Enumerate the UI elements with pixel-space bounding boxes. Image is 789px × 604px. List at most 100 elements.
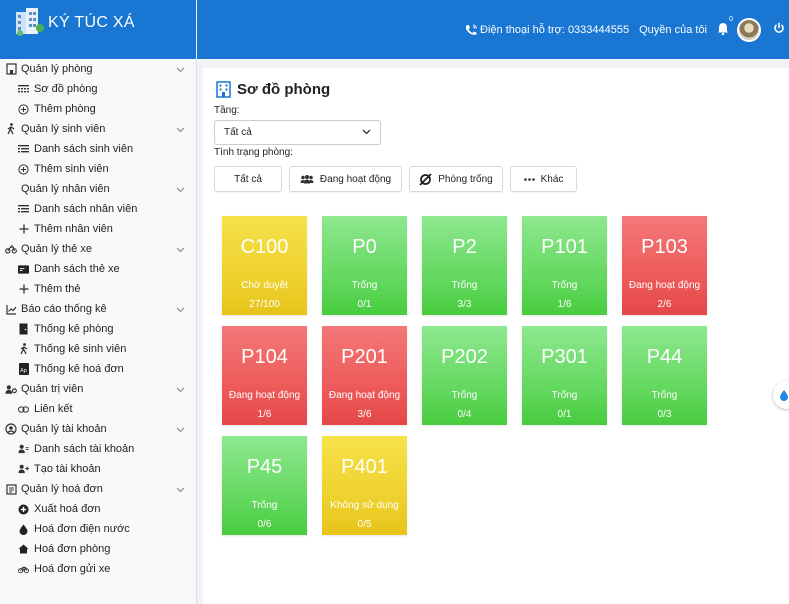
home-icon [18,544,29,555]
sidebar-item[interactable]: Thêm nhân viên [0,219,196,239]
room-status: Trống [251,500,278,511]
door-icon [18,323,29,335]
room-card[interactable]: P401 Không sử dụng 0/5 [322,436,407,535]
person-walking-icon [5,123,17,135]
sidebar-item[interactable]: Danh sách tài khoản [0,439,196,459]
sidebar-group[interactable]: Báo cáo thống kê [0,299,196,319]
status-filters: Tất cả Đang hoạt động Phòng trống Khác [214,166,577,192]
room-card[interactable]: P201 Đang hoạt động 3/6 [322,326,407,425]
sidebar-item[interactable]: Danh sách nhân viên [0,199,196,219]
sidebar-group[interactable]: Quản lý phòng [0,59,196,79]
sidebar-group[interactable]: Quản lý tài khoản [0,419,196,439]
empty-set-icon [419,172,432,186]
room-occupancy: 0/6 [257,519,272,530]
sidebar-item[interactable]: Sơ đồ phòng [0,79,196,99]
sidebar-item[interactable]: Xuất hoá đơn [0,499,196,519]
avatar[interactable] [737,17,761,42]
user-gear-icon [5,383,17,395]
invoice-icon: Ap [18,363,29,375]
room-occupancy: 27/100 [249,299,280,310]
filter-empty-button[interactable]: Phòng trống [409,166,503,192]
chevron-down-icon [176,424,186,434]
room-occupancy: 0/4 [457,409,472,420]
sidebar-item[interactable]: Hoá đơn điện nước [0,519,196,539]
room-card[interactable]: P301 Trống 0/1 [522,326,607,425]
room-card[interactable]: P2 Trống 3/3 [422,216,507,315]
room-card[interactable]: C100 Chờ duyệt 27/100 [222,216,307,315]
sidebar-group[interactable]: Quản trị viên [0,379,196,399]
sidebar-group[interactable]: Quản lý sinh viên [0,119,196,139]
room-occupancy: 3/6 [357,409,372,420]
drop-icon [780,390,788,401]
sidebar-item-label: Danh sách thẻ xe [34,263,120,275]
sidebar-group[interactable]: Quản lý nhân viên [0,179,196,199]
sidebar-group[interactable]: Quản lý hoá đơn [0,479,196,499]
room-grid: C100 Chờ duyệt 27/100 P0 Trống 0/1 P2 Trống 3/3 P… [222,216,707,535]
sidebar-item-label: Thêm phòng [34,103,96,115]
room-card[interactable]: P0 Trống 0/1 [322,216,407,315]
room-status: Trống [551,280,578,291]
sidebar-group[interactable]: Quản lý thẻ xe [0,239,196,259]
sidebar-item[interactable]: Ap Thống kê hoá đơn [0,359,196,379]
sidebar-item-label: Danh sách tài khoản [34,443,135,455]
sidebar-group-label: Quản trị viên [21,383,84,395]
plus-icon [18,224,29,235]
users-icon [18,444,29,455]
room-status: Trống [451,390,478,401]
sidebar: Quản lý phòng Sơ đồ phòng Thêm phòng Quản l… [0,59,197,604]
sidebar-item-label: Hoá đơn gửi xe [34,563,111,575]
sidebar-item-label: Hoá đơn điện nước [34,523,130,535]
sidebar-item[interactable]: Thêm phòng [0,99,196,119]
sidebar-item-label: Danh sách sinh viên [34,143,134,155]
sidebar-item[interactable]: Hoá đơn phòng [0,539,196,559]
my-roles-link[interactable]: Quyền của tôi [639,24,707,36]
room-card[interactable]: P202 Trống 0/4 [422,326,507,425]
sidebar-item[interactable]: Hoá đơn gửi xe [0,559,196,579]
chart-line-icon [5,303,17,315]
sidebar-item[interactable]: Tạo tài khoản [0,459,196,479]
plus-circle-icon [18,103,29,115]
room-code: P104 [241,346,288,368]
motorbike-icon [5,243,17,255]
logout-button[interactable] [773,22,785,37]
room-card[interactable]: P44 Trống 0/3 [622,326,707,425]
notification-button[interactable]: 0 [717,16,733,38]
room-code: P2 [452,236,477,258]
room-card[interactable]: P103 Đang hoạt động 2/6 [622,216,707,315]
room-occupancy: 1/6 [557,299,572,310]
sidebar-item-label: Thống kê hoá đơn [34,363,124,375]
room-card[interactable]: P104 Đang hoạt động 1/6 [222,326,307,425]
sidebar-item[interactable]: Danh sách sinh viên [0,139,196,159]
filter-label: Đang hoạt động [319,173,392,185]
sidebar-item[interactable]: Thống kê sinh viên [0,339,196,359]
sidebar-item[interactable]: Thống kê phòng [0,319,196,339]
sidebar-item[interactable]: Danh sách thẻ xe [0,259,196,279]
filter-label: Khác [540,173,564,185]
brand[interactable]: KÝ TÚC XÁ [0,0,196,59]
sidebar-item-label: Liên kết [34,403,73,415]
room-card[interactable]: P45 Trống 0/6 [222,436,307,535]
sidebar-item[interactable]: Thêm sinh viên [0,159,196,179]
sidebar-item-label: Tạo tài khoản [34,463,101,475]
plus-circle-filled-icon [18,504,29,515]
sidebar-item-label: Thêm sinh viên [34,163,109,175]
room-code: P44 [646,346,683,368]
filter-all-button[interactable]: Tất cả [214,166,282,192]
sidebar-item[interactable]: Thêm thẻ [0,279,196,299]
support-phone[interactable]: Điện thoại hỗ trợ: 0333444555 [464,24,629,36]
floating-action-button[interactable] [773,381,789,409]
room-occupancy: 0/3 [657,409,672,420]
chevron-down-icon [176,64,186,74]
filter-active-button[interactable]: Đang hoạt động [289,166,402,192]
room-card[interactable]: P101 Trống 1/6 [522,216,607,315]
room-status: Trống [651,390,678,401]
sidebar-group-label: Quản lý thẻ xe [21,243,92,255]
sidebar-item[interactable]: Liên kết [0,399,196,419]
room-status: Đang hoạt động [328,390,401,401]
floor-select[interactable]: Tất cả [214,120,381,145]
sidebar-item-label: Thống kê phòng [34,323,114,335]
grid-icon [18,84,29,95]
filter-other-button[interactable]: Khác [510,166,577,192]
filter-label: Phòng trống [438,173,493,185]
phone-icon [465,24,478,35]
